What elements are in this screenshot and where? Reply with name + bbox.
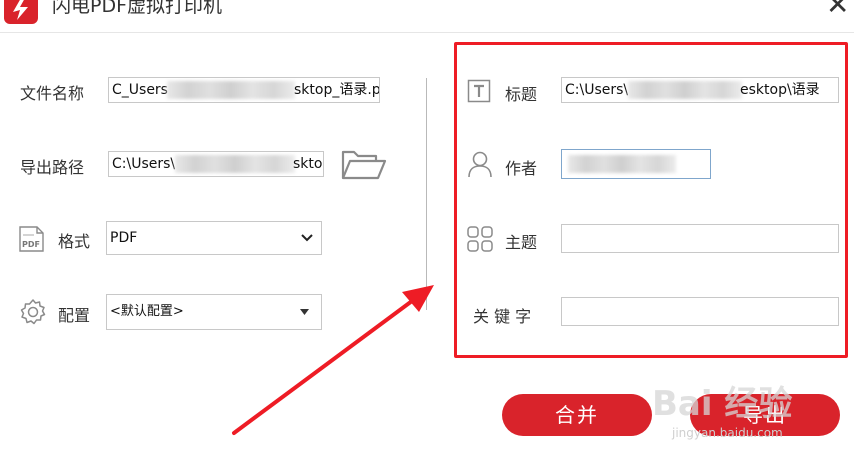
merge-button[interactable]: 合并: [502, 394, 652, 436]
watermark-url: jingyan.baidu.com: [672, 426, 783, 440]
watermark-logo: Bai 经验: [652, 384, 793, 424]
